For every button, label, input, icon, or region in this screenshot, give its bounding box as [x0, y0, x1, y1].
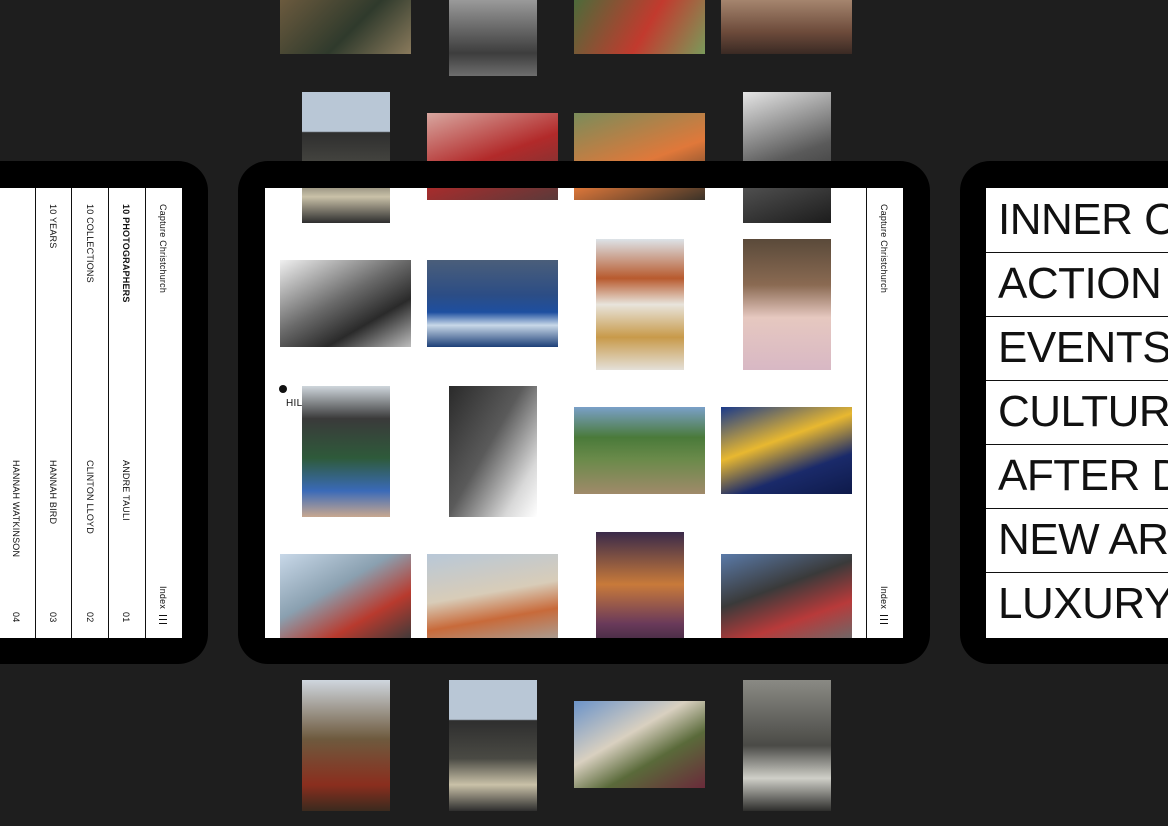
photographer-number: 03: [48, 612, 58, 623]
hover-indicator-dot: [279, 385, 287, 393]
photo-park-gathering[interactable]: [574, 407, 705, 494]
photographer-number: 02: [85, 612, 95, 623]
menu-item-culture[interactable]: CULTUR: [986, 380, 1168, 445]
photographer-name[interactable]: HANNAH WATKINSON: [11, 460, 21, 557]
menu-icon[interactable]: [880, 615, 888, 625]
center-tablet-screen: HILLARY MCOSCAR Capture Christchurch Ind…: [265, 188, 903, 638]
index-link[interactable]: Index: [158, 586, 168, 609]
photographer-number: 04: [11, 612, 21, 623]
right-tablet-screen: INNER C ACTION EVENTS CULTUR AFTER D NEW…: [986, 188, 1168, 638]
menu-item-new-art[interactable]: NEW AR: [986, 508, 1168, 573]
photo-phone-crowd[interactable]: [721, 554, 852, 638]
photographer-name[interactable]: HANNAH BIRD: [48, 460, 58, 524]
photo-girl-icecream[interactable]: [743, 239, 831, 370]
photo-bw-architecture[interactable]: [449, 386, 537, 517]
center-tablet: HILLARY MCOSCAR Capture Christchurch Ind…: [238, 161, 930, 664]
photo-courtyard-bw[interactable]: [743, 680, 831, 811]
left-tablet-screen: Capture Christchurch Index 10 PHOTOGRAPH…: [0, 188, 182, 638]
column-divider: [71, 188, 72, 638]
photographer-name[interactable]: CLINTON LLOYD: [85, 460, 95, 534]
photo-bw-couple-hug[interactable]: [280, 260, 411, 347]
photographer-number: 01: [121, 612, 131, 623]
rail-divider: [866, 188, 867, 638]
photo-concert-crowd[interactable]: [721, 0, 852, 54]
photo-bw-photographer[interactable]: [743, 188, 831, 223]
column-divider: [35, 188, 36, 638]
column-divider: [108, 188, 109, 638]
photo-friends-selfie[interactable]: [302, 386, 390, 517]
menu-item-action[interactable]: ACTION: [986, 252, 1168, 317]
brand-name[interactable]: Capture Christchurch: [879, 204, 889, 293]
photographer-name[interactable]: ANDRE TAULI: [121, 460, 131, 521]
photo-building-facade-2[interactable]: [449, 680, 537, 811]
photo-bar-interior[interactable]: [596, 532, 684, 638]
photo-festival-crowd[interactable]: [574, 188, 705, 200]
menu-item-inner-city[interactable]: INNER C: [986, 188, 1168, 253]
menu-item-events[interactable]: EVENTS: [986, 316, 1168, 381]
left-tablet: Capture Christchurch Index 10 PHOTOGRAPH…: [0, 161, 208, 664]
column-divider: [145, 188, 146, 638]
photo-street-shops[interactable]: [280, 554, 411, 638]
photo-parade-dancer[interactable]: [427, 188, 558, 200]
photo-square-walkers[interactable]: [427, 554, 558, 638]
photo-surfer[interactable]: [427, 260, 558, 347]
right-tablet: INNER C ACTION EVENTS CULTUR AFTER D NEW…: [960, 161, 1168, 664]
photo-street-art-tour[interactable]: [574, 701, 705, 788]
nav-collections[interactable]: 10 COLLECTIONS: [85, 204, 95, 283]
brand-name[interactable]: Capture Christchurch: [158, 204, 168, 293]
photo-food-plates[interactable]: [596, 239, 684, 370]
photo-tramways-building[interactable]: [302, 680, 390, 811]
menu-item-after-dark[interactable]: AFTER D: [986, 444, 1168, 509]
photo-building-facade[interactable]: [302, 188, 390, 223]
photo-gym-equipment[interactable]: [449, 0, 537, 76]
photo-basketball-night[interactable]: [721, 407, 852, 494]
menu-icon[interactable]: [159, 615, 167, 625]
photo-friends-table[interactable]: [280, 0, 411, 54]
menu-item-luxury[interactable]: LUXURY: [986, 572, 1168, 636]
photo-garden-chairs[interactable]: [574, 0, 705, 54]
nav-photographers[interactable]: 10 PHOTOGRAPHERS: [121, 204, 131, 303]
index-link[interactable]: Index: [879, 586, 889, 609]
nav-years[interactable]: 10 YEARS: [48, 204, 58, 248]
